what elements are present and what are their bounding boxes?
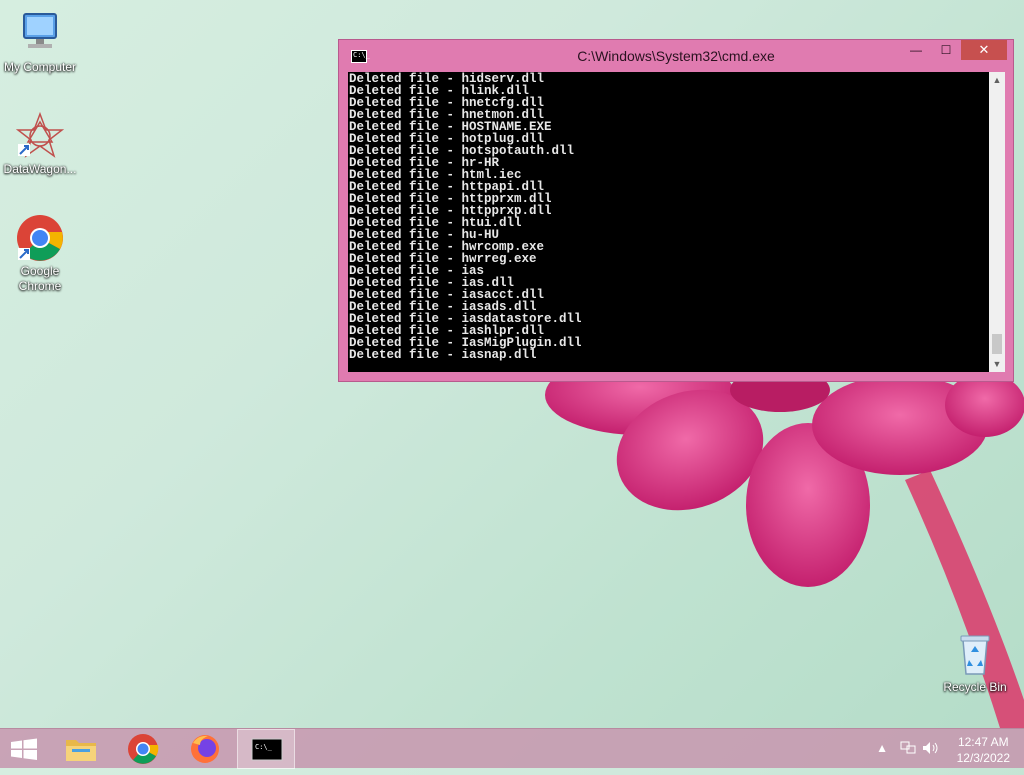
cmd-icon: C:\_ <box>251 738 283 761</box>
datawagon-logo-icon <box>15 111 65 160</box>
taskbar-file-explorer[interactable] <box>52 729 110 769</box>
recycle-bin-icon <box>951 630 999 678</box>
desktop-icon-label: Google Chrome <box>18 264 62 293</box>
desktop-icon-label: Recycle Bin <box>943 680 1007 694</box>
windows-logo-icon <box>11 738 37 760</box>
show-hidden-icons-icon[interactable]: ▲ <box>876 741 888 755</box>
scroll-down-arrow-icon[interactable]: ▼ <box>989 356 1005 372</box>
close-button[interactable]: ✕ <box>961 40 1007 60</box>
console-output[interactable]: Deleted file - hidserv.dll Deleted file -… <box>348 72 989 372</box>
computer-icon <box>16 10 64 58</box>
volume-icon[interactable] <box>922 741 940 758</box>
cmd-window[interactable]: C:\_ C:\Windows\System32\cmd.exe — ☐ ✕ D… <box>338 39 1014 382</box>
desktop-icon-label: DataWagon... <box>3 162 77 176</box>
start-button[interactable] <box>0 729 58 769</box>
desktop-icon-label: My Computer <box>3 60 77 74</box>
scroll-up-arrow-icon[interactable]: ▲ <box>989 72 1005 88</box>
clock-date: 12/3/2022 <box>956 751 1010 765</box>
taskbar: C:\_ ▲ 12:47 AM 12/3/2022 <box>0 728 1024 769</box>
svg-text:C:\_: C:\_ <box>255 743 273 751</box>
firefox-icon <box>191 735 219 763</box>
system-clock[interactable]: 12:47 AM 12/3/2022 <box>957 734 1010 766</box>
console-line: Deleted file - iasnap.dll <box>349 348 537 362</box>
minimize-button[interactable]: — <box>901 40 931 60</box>
clock-time: 12:47 AM <box>957 735 1009 749</box>
maximize-button[interactable]: ☐ <box>931 40 961 60</box>
chrome-icon <box>128 734 159 764</box>
desktop-icon-recycle-bin[interactable]: Recycle Bin <box>935 630 1015 695</box>
desktop-icon-datawagon[interactable]: DataWagon... <box>0 111 80 177</box>
folder-icon <box>66 740 96 761</box>
desktop-icon-google-chrome[interactable]: Google Chrome <box>0 214 80 294</box>
vertical-scrollbar[interactable]: ▲ ▼ <box>989 72 1005 372</box>
taskbar-cmd[interactable]: C:\_ <box>237 729 295 769</box>
network-icon[interactable] <box>900 741 916 758</box>
desktop-icon-my-computer[interactable]: My Computer <box>0 10 80 75</box>
scroll-thumb[interactable] <box>992 334 1002 354</box>
chrome-icon <box>16 214 64 262</box>
window-titlebar[interactable]: C:\_ C:\Windows\System32\cmd.exe — ☐ ✕ <box>339 40 1013 72</box>
taskbar-firefox[interactable] <box>176 729 234 769</box>
taskbar-chrome[interactable] <box>114 729 172 769</box>
